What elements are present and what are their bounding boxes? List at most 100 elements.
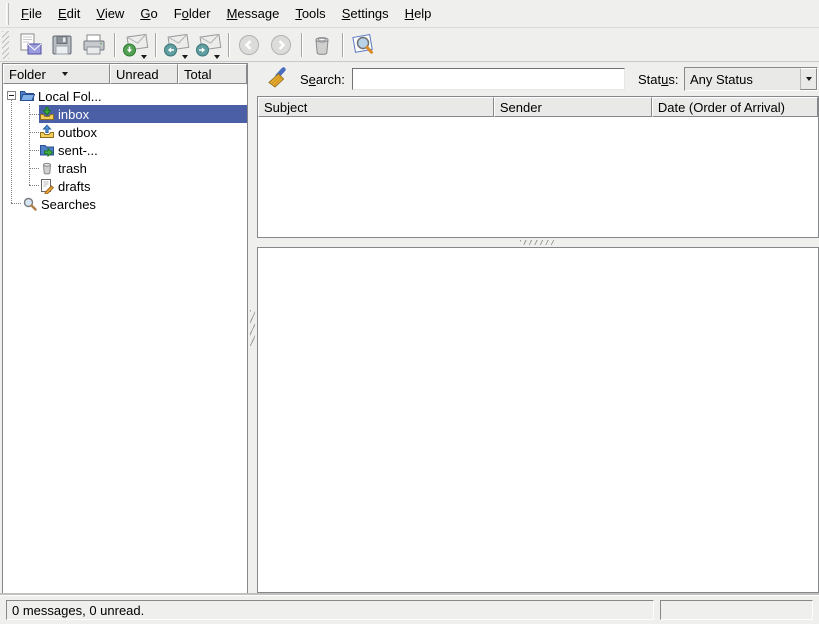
folder-item-searches[interactable]: Searches <box>22 195 247 213</box>
folder-list-header: Folder Unread Total <box>3 64 247 84</box>
tree-connector <box>11 100 12 203</box>
search-bar: Search: Status: Any Status <box>257 62 819 96</box>
message-list-body[interactable] <box>258 117 818 237</box>
folder-label: sent-... <box>58 143 98 158</box>
chevron-down-icon <box>214 55 220 59</box>
folder-item-sent[interactable]: sent-... <box>39 141 247 159</box>
column-label: Total <box>184 67 211 82</box>
message-list: Subject Sender Date (Order of Arrival) <box>257 96 819 238</box>
label-part: arch: <box>316 72 345 87</box>
label-part: essage <box>237 6 279 21</box>
go-back-button[interactable] <box>233 30 265 61</box>
folder-open-icon <box>19 88 35 104</box>
folder-label: Searches <box>41 197 96 212</box>
search-label: Search: <box>300 62 345 96</box>
label-part: iew <box>105 6 125 21</box>
trash-button[interactable] <box>306 30 338 61</box>
reply-button[interactable] <box>160 30 192 61</box>
search-folder-icon <box>22 196 38 212</box>
clear-search-button[interactable] <box>263 62 295 96</box>
menu-view[interactable]: View <box>88 2 132 25</box>
label-part: F <box>21 6 29 21</box>
column-header-subject[interactable]: Subject <box>258 97 494 117</box>
folder-item-inbox[interactable]: inbox <box>39 105 247 123</box>
check-mail-button[interactable] <box>119 30 151 61</box>
tree-connector <box>29 132 39 133</box>
main-toolbar <box>0 29 819 62</box>
label-part: s: <box>668 72 678 87</box>
new-message-icon <box>17 33 43 57</box>
chevron-down-icon <box>806 77 812 81</box>
go-back-icon <box>237 33 261 57</box>
save-button[interactable] <box>46 30 78 61</box>
menubar: File Edit View Go Folder Message Tools S… <box>0 0 819 28</box>
status-filter-value: Any Status <box>685 72 800 87</box>
tree-connector <box>11 203 21 204</box>
outbox-icon <box>39 124 55 140</box>
column-header-sender[interactable]: Sender <box>494 97 652 117</box>
folder-tree: Local Fol... inbox outbox sent-... <box>3 84 247 593</box>
label-part: ile <box>29 6 42 21</box>
print-button[interactable] <box>78 30 110 61</box>
folder-pane: Folder Unread Total Local Fol... <box>2 63 248 594</box>
trash-icon <box>310 33 334 57</box>
menu-message[interactable]: Message <box>219 2 288 25</box>
menu-help[interactable]: Help <box>397 2 440 25</box>
menu-tools[interactable]: Tools <box>287 2 333 25</box>
label-part: V <box>96 6 104 21</box>
menubar-drag-handle[interactable] <box>6 3 9 25</box>
label-part: S <box>300 72 309 87</box>
message-list-header: Subject Sender Date (Order of Arrival) <box>258 97 818 117</box>
column-header-date[interactable]: Date (Order of Arrival) <box>652 97 818 117</box>
menu-file[interactable]: File <box>13 2 50 25</box>
vertical-splitter[interactable] <box>248 62 257 594</box>
splitter-grip <box>250 310 255 346</box>
menu-edit[interactable]: Edit <box>50 2 88 25</box>
folder-item-local-folders[interactable]: Local Fol... <box>19 87 247 105</box>
statusbar-text: 0 messages, 0 unread. <box>12 603 144 618</box>
sent-folder-icon <box>39 142 55 158</box>
label-part: Stat <box>638 72 661 87</box>
toolbar-drag-handle[interactable] <box>2 31 9 59</box>
tree-connector <box>29 150 39 151</box>
go-forward-icon <box>269 33 293 57</box>
chevron-down-icon <box>141 55 147 59</box>
statusbar: 0 messages, 0 unread. <box>0 595 819 624</box>
find-messages-icon <box>349 32 377 58</box>
toolbar-separator <box>301 33 302 57</box>
folder-item-outbox[interactable]: outbox <box>39 123 247 141</box>
sort-arrow-icon <box>62 72 68 76</box>
new-message-button[interactable] <box>14 30 46 61</box>
folder-label: outbox <box>58 125 97 140</box>
save-icon <box>50 33 74 57</box>
toolbar-separator <box>228 33 229 57</box>
folder-label: drafts <box>58 179 91 194</box>
folder-item-drafts[interactable]: drafts <box>39 177 247 195</box>
message-preview-pane[interactable] <box>257 247 819 593</box>
label-part: ettings <box>350 6 388 21</box>
horizontal-splitter[interactable] <box>257 238 819 247</box>
folder-label: trash <box>58 161 87 176</box>
folder-item-trash[interactable]: trash <box>39 159 247 177</box>
column-header-unread[interactable]: Unread <box>110 64 178 84</box>
label-part: E <box>58 6 67 21</box>
column-header-folder[interactable]: Folder <box>3 64 110 84</box>
menu-folder[interactable]: Folder <box>166 2 219 25</box>
chevron-down-icon <box>182 55 188 59</box>
forward-button[interactable] <box>192 30 224 61</box>
go-forward-button[interactable] <box>265 30 297 61</box>
find-messages-button[interactable] <box>347 30 379 61</box>
tree-connector <box>29 185 39 186</box>
menu-go[interactable]: Go <box>132 2 165 25</box>
search-input[interactable] <box>352 68 625 90</box>
menu-settings[interactable]: Settings <box>334 2 397 25</box>
folder-label: Local Fol... <box>38 89 102 104</box>
combo-arrow-button[interactable] <box>800 68 817 90</box>
folder-label: inbox <box>58 107 89 122</box>
splitter-grip <box>520 240 556 245</box>
label-part: o <box>182 6 189 21</box>
label-part: H <box>405 6 414 21</box>
column-header-total[interactable]: Total <box>178 64 247 84</box>
status-filter-select[interactable]: Any Status <box>684 67 818 91</box>
tree-expander[interactable] <box>7 91 16 100</box>
